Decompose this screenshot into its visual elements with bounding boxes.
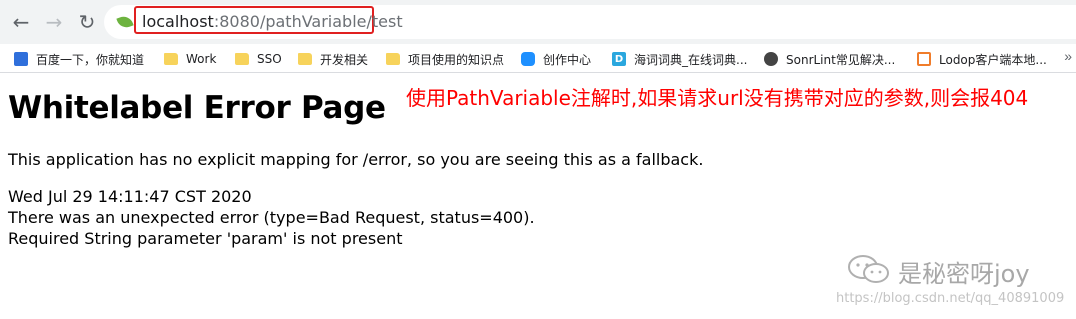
bookmark-label: 创作中心: [543, 52, 592, 67]
bookmark-work[interactable]: Work: [164, 50, 216, 68]
haici-icon: D: [612, 52, 626, 66]
bookmark-lodop[interactable]: Lodop客户端本地...: [917, 50, 1047, 68]
bookmark-label: SonrLint常见解决...: [786, 52, 896, 67]
url-host: localhost: [142, 12, 214, 31]
error-message: This application has no explicit mapping…: [8, 150, 704, 169]
url-path: :8080/pathVariable/test: [213, 12, 403, 31]
browser-toolbar: ← → ↻ localhost:8080/pathVariable/test: [0, 0, 1076, 44]
forward-button[interactable]: →: [41, 9, 67, 35]
bookmark-dev[interactable]: 开发相关: [298, 50, 368, 68]
bookmark-label: Lodop客户端本地...: [939, 52, 1047, 67]
creation-icon: [521, 52, 535, 66]
more-bookmarks-icon[interactable]: »: [1064, 48, 1072, 64]
error-status: There was an unexpected error (type=Bad …: [8, 208, 535, 227]
bookmark-creation-center[interactable]: 创作中心: [521, 50, 591, 68]
bookmark-label: 百度一下，你就知道: [36, 52, 145, 67]
folder-icon: [235, 53, 249, 65]
page-content: Whitelabel Error Page 使用PathVariable注解时,…: [0, 73, 1076, 319]
reload-icon: ↻: [78, 10, 96, 34]
bookmark-label: Work: [186, 52, 217, 66]
sonarlint-icon: [764, 52, 778, 66]
annotation-note: 使用PathVariable注解时,如果请求url没有携带对应的参数,则会报40…: [406, 86, 1029, 110]
baidu-icon: [14, 52, 28, 66]
spring-leaf-icon: [116, 13, 134, 31]
bookmark-baidu[interactable]: 百度一下，你就知道: [14, 50, 144, 68]
lodop-icon: [917, 52, 931, 66]
bookmark-label: 开发相关: [320, 52, 369, 67]
bookmarks-bar: 百度一下，你就知道 Work SSO 开发相关 项目使用的知识点 创作中心 D …: [0, 44, 1076, 73]
url-text[interactable]: localhost:8080/pathVariable/test: [142, 12, 403, 31]
error-timestamp: Wed Jul 29 14:11:47 CST 2020: [8, 187, 252, 206]
reload-button[interactable]: ↻: [74, 9, 100, 35]
watermark-url: https://blog.csdn.net/qq_40891009: [836, 291, 1065, 306]
bookmark-label: SSO: [257, 52, 282, 66]
page-title: Whitelabel Error Page: [8, 90, 386, 126]
back-button[interactable]: ←: [8, 9, 34, 35]
bookmark-project-knowledge[interactable]: 项目使用的知识点: [386, 50, 504, 68]
error-detail: Required String parameter 'param' is not…: [8, 229, 403, 248]
folder-icon: [164, 53, 178, 65]
address-bar[interactable]: localhost:8080/pathVariable/test: [104, 5, 1076, 39]
bookmark-sonarlint[interactable]: SonrLint常见解决...: [764, 50, 895, 68]
bookmark-haici[interactable]: D 海词词典_在线词典...: [612, 50, 747, 68]
bookmark-label: 海词词典_在线词典...: [634, 52, 748, 67]
folder-icon: [386, 53, 400, 65]
back-arrow-icon: ←: [12, 10, 30, 34]
wechat-watermark-icon: [848, 255, 889, 283]
bookmark-label: 项目使用的知识点: [408, 52, 505, 67]
folder-icon: [298, 53, 312, 65]
watermark-author: 是秘密呀joy: [898, 260, 1030, 288]
bookmark-sso[interactable]: SSO: [235, 50, 282, 68]
forward-arrow-icon: →: [45, 10, 63, 34]
